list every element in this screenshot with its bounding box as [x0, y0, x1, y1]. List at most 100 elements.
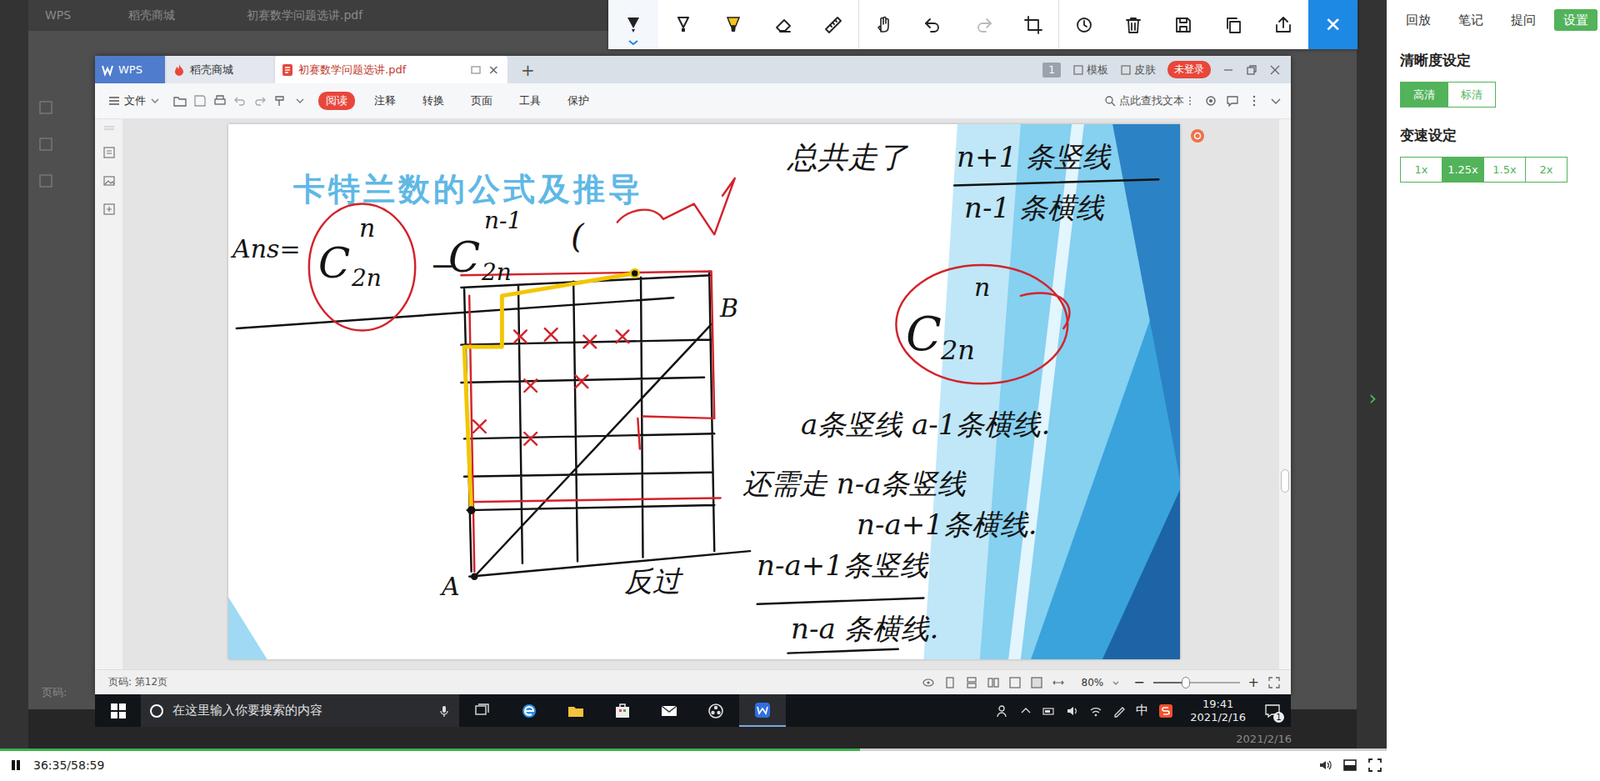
panel-tab-label[interactable]: 设置 [1563, 12, 1589, 28]
collapse-icon[interactable] [1269, 94, 1283, 108]
attachment-icon[interactable] [102, 202, 116, 216]
document-tab[interactable]: WPS [95, 55, 165, 84]
tool-button[interactable] [908, 0, 959, 50]
tab-label[interactable]: 稻壳商城 [190, 62, 234, 78]
progress-track[interactable] [0, 748, 1387, 751]
option-button[interactable]: 1x [1400, 156, 1443, 183]
menu-label[interactable]: 注释 [374, 94, 396, 107]
volume-icon[interactable] [1318, 758, 1332, 772]
taskbar-app[interactable] [599, 694, 646, 727]
undo-icon[interactable] [233, 94, 247, 108]
menu-label[interactable]: 保护 [567, 94, 590, 107]
panel-tab[interactable]: 回放 [1396, 9, 1440, 31]
tool-button[interactable] [1158, 0, 1209, 50]
tool-button[interactable] [808, 0, 859, 50]
clock[interactable]: 19:412021/2/16 [1190, 697, 1246, 724]
option-button[interactable]: 1.5x [1483, 156, 1526, 183]
open-folder-icon[interactable] [173, 94, 187, 108]
fit-width-icon[interactable] [1051, 675, 1065, 690]
taskbar-search[interactable]: 在这里输入你要搜索的内容 [140, 694, 460, 727]
login-label[interactable]: 未登录 [1174, 63, 1205, 75]
outline-icon[interactable] [102, 145, 116, 160]
panel-tab-label[interactable]: 提问 [1510, 12, 1536, 28]
zoom-in-button[interactable]: + [1248, 674, 1260, 690]
close-icon[interactable] [1269, 64, 1281, 76]
menu-label[interactable]: 转换 [422, 94, 445, 107]
menu-item[interactable]: 工具 [511, 91, 549, 110]
drag-handle-icon[interactable] [102, 124, 116, 131]
tab-label[interactable]: 初赛数学问题选讲.pdf [298, 62, 406, 78]
pen-workspace-icon[interactable] [1112, 704, 1126, 718]
tool-button[interactable] [708, 0, 759, 50]
notification-center[interactable]: 1 [1262, 700, 1283, 721]
eye-icon[interactable] [921, 675, 935, 690]
option-button[interactable]: 高清 [1400, 81, 1449, 108]
minimize-icon[interactable] [1222, 64, 1235, 76]
document-tab[interactable]: 稻壳商城 [166, 55, 274, 84]
header-action-label[interactable]: 模板 [1086, 62, 1109, 78]
fullscreen-icon[interactable] [1267, 675, 1281, 690]
start-button[interactable] [95, 694, 141, 727]
pin-icon[interactable] [470, 64, 482, 76]
taskbar-app[interactable] [505, 694, 553, 727]
menu-label[interactable]: 页面 [470, 94, 493, 107]
format-icon[interactable] [273, 94, 287, 108]
file-menu[interactable]: 文件 [108, 93, 160, 109]
page-badge[interactable]: 1 [1042, 62, 1061, 78]
option-button[interactable]: 1.25x [1441, 156, 1485, 183]
header-action-label[interactable]: 皮肤 [1134, 62, 1156, 78]
menu-item[interactable]: 保护 [560, 91, 597, 110]
menu-item[interactable]: 转换 [415, 91, 452, 110]
file-menu-label[interactable]: 文件 [124, 93, 146, 109]
picture-in-picture-icon[interactable] [1343, 758, 1357, 772]
more-down-icon[interactable] [293, 94, 307, 108]
assistant-badge-icon[interactable] [1190, 128, 1205, 144]
document-tab[interactable]: 初赛数学问题选讲.pdf × [275, 55, 508, 84]
close-label[interactable]: ✕ [1324, 13, 1341, 37]
tool-button[interactable] [1258, 0, 1309, 50]
option-button[interactable]: 标清 [1447, 81, 1496, 108]
tray-expand-icon[interactable] [1019, 704, 1033, 718]
panel-tab[interactable]: 提问 [1501, 9, 1545, 31]
option-label[interactable]: 1.25x [1447, 163, 1479, 176]
tool-button[interactable] [1108, 0, 1159, 50]
zoom-knob[interactable] [1181, 676, 1190, 689]
tool-button[interactable] [958, 0, 1009, 50]
close-annotation-button[interactable]: ✕ [1308, 0, 1358, 50]
new-tab-button[interactable]: + [520, 60, 535, 80]
continuous-icon[interactable] [965, 675, 979, 690]
fullscreen-icon[interactable] [1368, 758, 1382, 772]
pause-icon[interactable] [10, 759, 22, 771]
login-button[interactable]: 未登录 [1167, 60, 1211, 79]
comment-icon[interactable] [1225, 94, 1240, 108]
zoom-slider[interactable] [1153, 681, 1240, 684]
volume-icon[interactable] [1065, 704, 1080, 718]
panel-tab-label[interactable]: 笔记 [1458, 12, 1484, 28]
new-tab[interactable]: + [509, 55, 547, 84]
more-vertical-icon[interactable] [1187, 95, 1193, 107]
microphone-icon[interactable] [437, 704, 451, 718]
header-action[interactable]: 皮肤 [1120, 62, 1156, 78]
tool-button[interactable] [1008, 0, 1059, 50]
battery-icon[interactable] [1042, 704, 1056, 718]
menu-item[interactable]: 注释 [366, 91, 404, 110]
scroll-thumb[interactable] [1280, 469, 1290, 493]
video-frame[interactable]: WPS稻壳商城初赛数学问题选讲.pdf2021/2/16页码:WPS稻壳商城初赛… [0, 0, 1387, 749]
taskbar-app[interactable] [645, 694, 693, 727]
taskbar-app[interactable] [739, 694, 786, 727]
panel-tab[interactable]: 设置 [1554, 9, 1598, 31]
option-label[interactable]: 2x [1540, 163, 1554, 176]
tab-label[interactable]: WPS [118, 63, 143, 76]
menu-label[interactable]: 阅读 [325, 94, 348, 107]
image-icon[interactable] [102, 174, 116, 188]
find-text[interactable]: 点此查找文本 [1104, 93, 1193, 109]
print-icon[interactable] [213, 94, 227, 108]
tab-close-button[interactable]: × [486, 61, 501, 78]
fit-page-icon[interactable] [1030, 675, 1044, 690]
option-label[interactable]: 1.5x [1492, 163, 1516, 176]
sogou-icon[interactable] [1158, 703, 1174, 719]
redo-icon[interactable] [253, 94, 267, 108]
zoom-out-button[interactable]: − [1133, 674, 1145, 690]
settings-icon[interactable] [1204, 94, 1218, 108]
zoom-dropdown-icon[interactable] [1111, 678, 1120, 687]
